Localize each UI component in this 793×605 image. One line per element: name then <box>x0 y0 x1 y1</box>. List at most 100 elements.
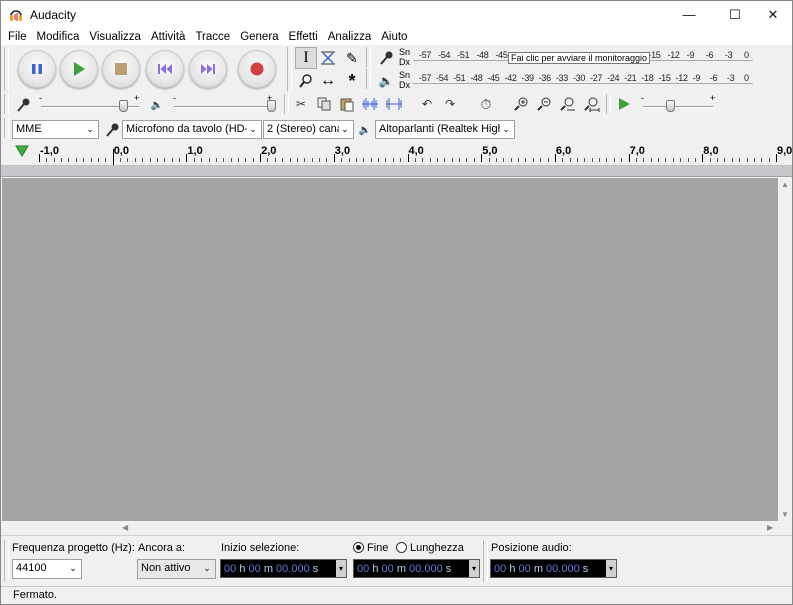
ruler-minor-tick <box>680 158 682 162</box>
record-meter-tooltip: Fai clic per avviare il monitoraggio <box>508 52 651 64</box>
multi-tool-button[interactable]: * <box>341 70 363 92</box>
toolbar-grip[interactable] <box>4 540 9 582</box>
menu-transport[interactable]: Attività <box>146 31 191 43</box>
skip-to-start-button[interactable] <box>146 50 184 88</box>
sync-lock-button[interactable]: ⏱ <box>476 94 496 114</box>
selection-toolbar: Frequenza progetto (Hz): 44100 ⌄ Ancora a… <box>1 535 792 585</box>
toolbar-grip[interactable] <box>366 47 371 67</box>
time-shift-tool-button[interactable]: ↔ <box>317 70 339 92</box>
fit-selection-button[interactable] <box>557 94 577 114</box>
toolbar-grip[interactable] <box>483 540 488 582</box>
envelope-tool-button[interactable] <box>317 47 339 69</box>
record-volume-slider[interactable] <box>119 100 129 112</box>
project-rate-select[interactable]: 44100 ⌄ <box>12 559 82 579</box>
menu-tracks[interactable]: Tracce <box>190 31 235 43</box>
status-text: Fermato. <box>13 589 58 601</box>
menu-generate[interactable]: Genera <box>235 31 283 43</box>
redo-button[interactable]: ↷ <box>440 94 460 114</box>
skip-to-end-button[interactable] <box>189 50 227 88</box>
toolbar-grip[interactable] <box>4 118 9 138</box>
playback-device-select[interactable]: Altoparlanti (Realtek High ⌄ <box>375 120 515 139</box>
play-speed-slider[interactable] <box>666 100 675 112</box>
playhead-marker[interactable] <box>112 149 114 165</box>
menu-effect[interactable]: Effetti <box>284 31 323 43</box>
zoom-out-button[interactable] <box>534 94 554 114</box>
paste-button[interactable] <box>337 94 357 114</box>
menu-view[interactable]: Visualizza <box>84 31 146 43</box>
audio-position-time[interactable]: 00 h 00 m 00.000 s ▾ <box>490 559 617 578</box>
fit-project-button[interactable] <box>581 94 601 114</box>
timeline-scrub-strip[interactable] <box>1 166 792 177</box>
pause-button[interactable] <box>18 50 56 88</box>
play-button[interactable] <box>60 50 98 88</box>
window-title: Audacity <box>30 7 77 22</box>
undo-button[interactable]: ↶ <box>417 94 437 114</box>
format-dropdown-icon[interactable]: ▾ <box>469 560 479 577</box>
track-panel[interactable] <box>2 178 778 521</box>
ruler-minor-tick <box>709 158 711 162</box>
minutes-unit: m <box>396 563 406 575</box>
ruler-minor-tick <box>215 158 217 162</box>
draw-tool-button[interactable]: ✎ <box>341 47 363 69</box>
menu-analyze[interactable]: Analizza <box>323 31 376 43</box>
scroll-right-icon[interactable]: ▶ <box>767 523 773 532</box>
toolbar-grip[interactable] <box>4 94 9 114</box>
channels-select[interactable]: 2 (Stereo) canali ⌄ <box>263 120 354 139</box>
stop-button[interactable] <box>102 50 140 88</box>
ruler-minor-tick <box>53 158 55 162</box>
zoom-in-button[interactable] <box>511 94 531 114</box>
playback-volume-slider[interactable] <box>267 100 276 112</box>
horizontal-scrollbar[interactable]: ◀ ▶ <box>2 521 778 535</box>
zoom-tool-button[interactable] <box>295 70 317 92</box>
meter-scale-label: -21 <box>624 73 637 83</box>
scroll-up-icon[interactable]: ▲ <box>781 180 789 189</box>
record-meter-button[interactable] <box>376 48 396 68</box>
playback-meter[interactable]: -57 -54 -51 -48 -45 -42 -39 -36 -33 -30 -27 -24 -21-… <box>413 70 753 90</box>
menu-file[interactable]: File <box>3 31 32 43</box>
minimize-button[interactable]: — <box>666 1 712 28</box>
ruler-minor-tick <box>540 158 542 162</box>
format-dropdown-icon[interactable]: ▾ <box>336 560 346 577</box>
meter-scale-label: -54 <box>436 73 449 83</box>
toolbar-grip[interactable] <box>606 94 611 114</box>
play-speed-track[interactable] <box>643 106 713 108</box>
toolbar-grip[interactable] <box>284 94 289 114</box>
length-radio[interactable]: Lunghezza <box>396 542 464 554</box>
meter-scale-label: 0 <box>744 73 749 83</box>
end-radio[interactable]: Fine <box>353 542 388 554</box>
snap-to-select[interactable]: Non attivo ⌄ <box>137 559 216 579</box>
scroll-left-icon[interactable]: ◀ <box>122 523 128 532</box>
play-at-speed-button[interactable] <box>614 94 634 114</box>
recording-device-select[interactable]: Microfono da tavolo (HD-3 ⌄ <box>122 120 262 139</box>
selection-end-time[interactable]: 00 h 00 m 00.000 s ▾ <box>353 559 480 578</box>
silence-audio-button[interactable] <box>384 94 404 114</box>
scroll-down-icon[interactable]: ▼ <box>781 510 789 519</box>
toolbar-grip[interactable] <box>287 47 292 91</box>
ruler-minor-tick <box>459 158 461 162</box>
record-button[interactable] <box>238 50 276 88</box>
hours-unit: h <box>372 563 379 575</box>
chevron-down-icon: ⌄ <box>84 121 96 138</box>
meter-scale-label: -24 <box>607 73 620 83</box>
menu-edit[interactable]: Modifica <box>32 31 85 43</box>
playback-meter-button[interactable]: 🔈 <box>376 71 396 91</box>
toolbar-grip[interactable] <box>366 69 371 89</box>
timeline-ruler[interactable]: -1,0 0,0 1,0 2,0 3,0 4,0 5,0 6,0 7,0 8,0 9,0 <box>1 141 792 166</box>
ruler-minor-tick <box>97 158 99 162</box>
copy-button[interactable] <box>314 94 334 114</box>
audio-host-select[interactable]: MME ⌄ <box>12 120 99 139</box>
play-speed-max: + <box>710 93 716 103</box>
vertical-scrollbar[interactable]: ▲ ▼ <box>778 178 792 521</box>
title-bar: Audacity — ☐ ✕ <box>1 1 792 28</box>
playback-volume-track[interactable] <box>174 106 272 108</box>
trim-audio-button[interactable] <box>360 94 380 114</box>
selection-tool-button[interactable]: I <box>295 47 317 69</box>
ruler-minor-tick <box>436 158 438 162</box>
close-button[interactable]: ✕ <box>750 1 793 28</box>
cut-button[interactable]: ✂ <box>291 94 311 114</box>
menu-help[interactable]: Aiuto <box>376 31 412 43</box>
format-dropdown-icon[interactable]: ▾ <box>606 560 616 577</box>
selection-start-time[interactable]: 00 h 00 m 00.000 s ▾ <box>220 559 347 578</box>
meter-scale-label: -15 <box>648 50 661 60</box>
toolbar-grip[interactable] <box>4 47 9 91</box>
